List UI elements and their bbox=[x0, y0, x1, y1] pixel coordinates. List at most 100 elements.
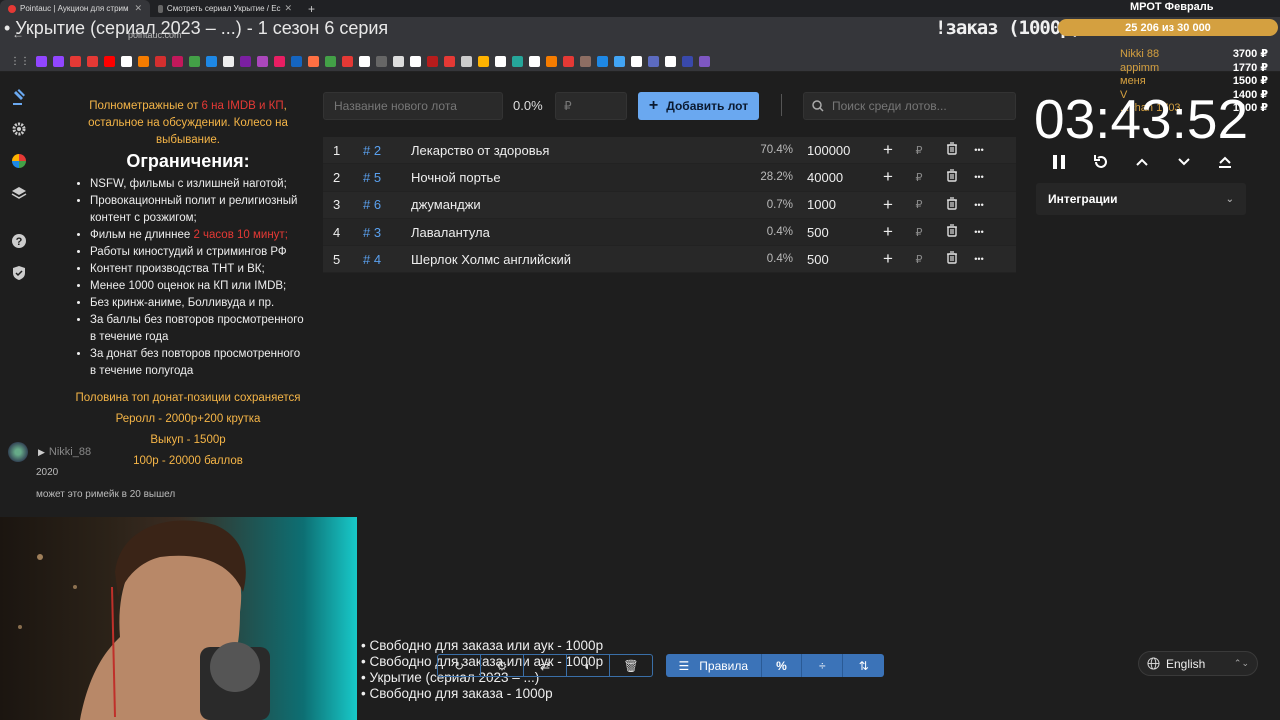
auction-icon[interactable] bbox=[10, 88, 28, 106]
more-icon[interactable]: ••• bbox=[965, 227, 993, 237]
bookmark-icon[interactable] bbox=[240, 56, 251, 67]
lot-amount[interactable]: 500 bbox=[807, 252, 877, 267]
percent-icon[interactable]: % bbox=[762, 654, 803, 677]
lot-id[interactable]: # 2 bbox=[351, 143, 411, 158]
trash-icon[interactable] bbox=[939, 224, 965, 240]
bookmark-icon[interactable] bbox=[631, 56, 642, 67]
bookmark-icon[interactable] bbox=[410, 56, 421, 67]
chevron-up-icon[interactable] bbox=[1130, 150, 1154, 174]
bookmark-icon[interactable] bbox=[53, 56, 64, 67]
integrations-accordion[interactable]: Интеграции ⌄ bbox=[1036, 183, 1246, 215]
plus-icon[interactable]: + bbox=[877, 140, 899, 160]
bookmark-icon[interactable] bbox=[546, 56, 557, 67]
bookmark-icon[interactable] bbox=[87, 56, 98, 67]
bookmark-icon[interactable] bbox=[359, 56, 370, 67]
lot-amount[interactable]: 500 bbox=[807, 225, 877, 240]
lot-name[interactable]: Шерлок Холмс английский bbox=[411, 252, 741, 267]
bookmark-icon[interactable] bbox=[495, 56, 506, 67]
bookmark-icon[interactable] bbox=[376, 56, 387, 67]
bookmark-icon[interactable] bbox=[529, 56, 540, 67]
bookmark-icon[interactable] bbox=[444, 56, 455, 67]
search-input[interactable]: Поиск среди лотов... bbox=[803, 92, 1016, 120]
lot-name[interactable]: Лавалантула bbox=[411, 225, 741, 240]
language-select[interactable]: English ⌃⌄ bbox=[1138, 651, 1258, 676]
bookmark-icon[interactable] bbox=[274, 56, 285, 67]
add-lot-button[interactable]: + Добавить лот bbox=[638, 92, 759, 120]
bookmark-icon[interactable] bbox=[325, 56, 336, 67]
new-tab-icon[interactable]: + bbox=[300, 2, 323, 16]
bookmark-icon[interactable] bbox=[563, 56, 574, 67]
plus-icon[interactable]: + bbox=[877, 167, 899, 187]
trash-icon[interactable] bbox=[939, 197, 965, 213]
close-icon[interactable]: ✕ bbox=[134, 3, 142, 14]
lot-name[interactable]: джуманджи bbox=[411, 197, 741, 212]
more-icon[interactable]: ••• bbox=[965, 172, 993, 182]
bookmark-icon[interactable] bbox=[291, 56, 302, 67]
bookmark-icon[interactable] bbox=[70, 56, 81, 67]
bookmark-icon[interactable] bbox=[308, 56, 319, 67]
bookmark-icon[interactable] bbox=[257, 56, 268, 67]
bookmark-icon[interactable] bbox=[512, 56, 523, 67]
ruble-icon[interactable]: ₽ bbox=[899, 253, 939, 266]
trash-icon[interactable] bbox=[939, 142, 965, 158]
bookmark-icon[interactable] bbox=[699, 56, 710, 67]
bookmark-icon[interactable] bbox=[189, 56, 200, 67]
lot-amount[interactable]: 40000 bbox=[807, 170, 877, 185]
lot-id[interactable]: # 5 bbox=[351, 170, 411, 185]
ruble-icon[interactable]: ₽ bbox=[899, 226, 939, 239]
bookmark-icon[interactable] bbox=[121, 56, 132, 67]
bookmark-icon[interactable] bbox=[427, 56, 438, 67]
bookmark-icon[interactable] bbox=[461, 56, 472, 67]
lot-amount[interactable]: 100000 bbox=[807, 143, 877, 158]
ruble-icon[interactable]: ₽ bbox=[899, 198, 939, 211]
bookmark-icon[interactable] bbox=[155, 56, 166, 67]
hide-icon[interactable]: ◐ bbox=[567, 655, 610, 676]
bookmark-icon[interactable] bbox=[206, 56, 217, 67]
bookmark-icon[interactable] bbox=[665, 56, 676, 67]
rules-button[interactable]: ☰ Правила bbox=[666, 654, 762, 677]
amount-input[interactable]: ₽ bbox=[555, 92, 627, 120]
tab-serial[interactable]: Смотреть сериал Укрытие / Ес ✕ bbox=[150, 0, 300, 17]
ruble-icon[interactable]: ₽ bbox=[899, 171, 939, 184]
history-icon[interactable]: ↻ bbox=[438, 655, 481, 676]
compact-icon[interactable]: ÷ bbox=[802, 654, 844, 677]
bookmark-icon[interactable] bbox=[342, 56, 353, 67]
sort-icon[interactable]: ⇅ bbox=[843, 654, 884, 677]
layers-icon[interactable] bbox=[10, 184, 28, 202]
bookmark-icon[interactable] bbox=[580, 56, 591, 67]
chevron-down-icon[interactable] bbox=[1172, 150, 1196, 174]
wheel-icon[interactable] bbox=[10, 152, 28, 170]
clear-icon[interactable]: 🗑 bbox=[610, 655, 652, 676]
lot-id[interactable]: # 6 bbox=[351, 197, 411, 212]
lot-name[interactable]: Ночной портье bbox=[411, 170, 741, 185]
apps-icon[interactable]: ⋮⋮ bbox=[10, 56, 30, 67]
more-icon[interactable]: ••• bbox=[965, 200, 993, 210]
more-icon[interactable]: ••• bbox=[965, 254, 993, 264]
plus-icon[interactable]: + bbox=[877, 195, 899, 215]
plus-icon[interactable]: + bbox=[877, 222, 899, 242]
lot-amount[interactable]: 1000 bbox=[807, 197, 877, 212]
bookmark-icon[interactable] bbox=[36, 56, 47, 67]
pause-icon[interactable] bbox=[1047, 150, 1071, 174]
close-icon[interactable]: ✕ bbox=[284, 3, 292, 14]
bookmark-icon[interactable] bbox=[393, 56, 404, 67]
new-lot-input[interactable]: Название нового лота bbox=[323, 92, 503, 120]
lot-id[interactable]: # 3 bbox=[351, 225, 411, 240]
shield-icon[interactable] bbox=[10, 264, 28, 282]
trash-icon[interactable] bbox=[939, 251, 965, 267]
eject-icon[interactable] bbox=[1213, 150, 1237, 174]
bookmark-icon[interactable] bbox=[138, 56, 149, 67]
help-icon[interactable]: ? bbox=[10, 232, 28, 250]
plus-icon[interactable]: + bbox=[877, 249, 899, 269]
bookmark-icon[interactable] bbox=[223, 56, 234, 67]
ruble-icon[interactable]: ₽ bbox=[899, 144, 939, 157]
bookmark-icon[interactable] bbox=[614, 56, 625, 67]
gear-icon[interactable] bbox=[10, 120, 28, 138]
bookmark-icon[interactable] bbox=[104, 56, 115, 67]
tab-pointauc[interactable]: Pointauc | Аукцион для стрим ✕ bbox=[0, 0, 150, 17]
lot-id[interactable]: # 4 bbox=[351, 252, 411, 267]
bookmark-icon[interactable] bbox=[172, 56, 183, 67]
lot-name[interactable]: Лекарство от здоровья bbox=[411, 143, 741, 158]
more-icon[interactable]: ••• bbox=[965, 145, 993, 155]
tools-icon[interactable]: ⚙ bbox=[481, 655, 524, 676]
